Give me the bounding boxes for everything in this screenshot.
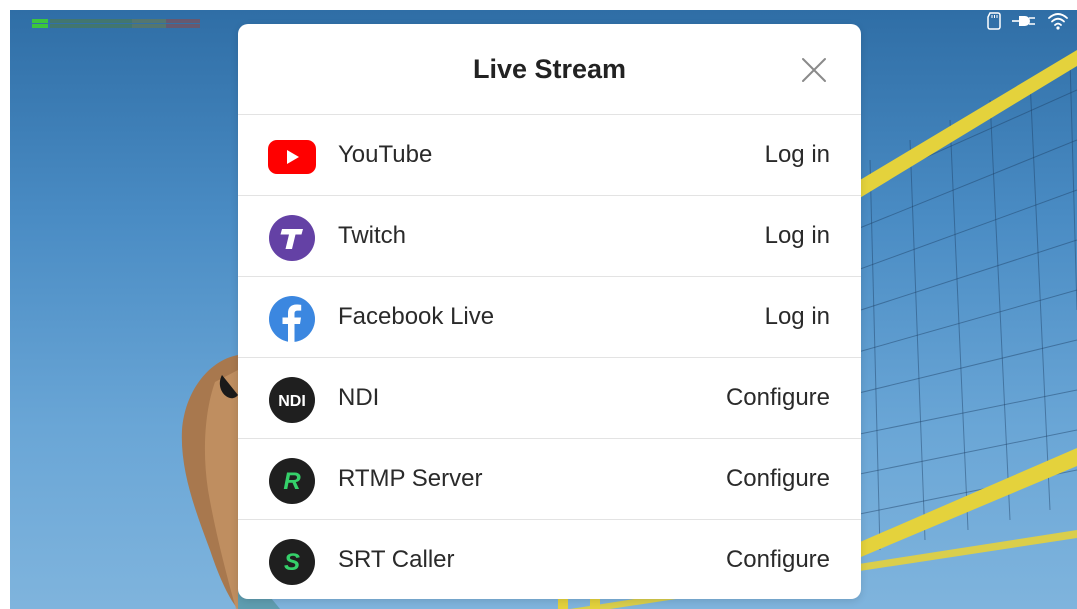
twitch-label: Twitch bbox=[338, 222, 407, 249]
srt-icon: S bbox=[269, 539, 315, 585]
list-item-srt-caller[interactable]: S SRT Caller Configure bbox=[238, 520, 861, 599]
live-stream-dialog: Live Stream YouTube Log in Twitch Log in bbox=[238, 24, 861, 599]
facebook-live-label: Facebook Live bbox=[338, 303, 495, 330]
wifi-icon bbox=[1047, 12, 1069, 35]
youtube-icon bbox=[268, 140, 316, 174]
youtube-login-button[interactable]: Log in bbox=[765, 141, 830, 169]
ndi-icon: NDI bbox=[269, 377, 315, 423]
svg-text:NDI: NDI bbox=[278, 393, 306, 410]
status-icons bbox=[987, 11, 1069, 35]
app-screen: Live Stream YouTube Log in Twitch Log in bbox=[0, 0, 1077, 609]
svg-text:R: R bbox=[283, 468, 301, 495]
list-item-youtube[interactable]: YouTube Log in bbox=[238, 115, 861, 196]
list-item-ndi[interactable]: NDI NDI Configure bbox=[238, 358, 861, 439]
list-item-rtmp-server[interactable]: R RTMP Server Configure bbox=[238, 439, 861, 520]
rtmp-icon: R bbox=[269, 458, 315, 504]
list-item-twitch[interactable]: Twitch Log in bbox=[238, 196, 861, 277]
facebook-live-login-button[interactable]: Log in bbox=[765, 303, 830, 331]
dialog-header: Live Stream bbox=[238, 24, 861, 115]
close-icon bbox=[802, 58, 826, 82]
twitch-icon bbox=[269, 215, 315, 261]
twitch-login-button[interactable]: Log in bbox=[765, 222, 830, 250]
facebook-icon bbox=[269, 296, 315, 342]
srt-caller-configure-button[interactable]: Configure bbox=[726, 546, 830, 574]
svg-text:S: S bbox=[284, 549, 300, 576]
power-plug-icon bbox=[1011, 13, 1037, 34]
rtmp-server-label: RTMP Server bbox=[338, 465, 483, 492]
dialog-title: Live Stream bbox=[472, 54, 627, 84]
ndi-label: NDI bbox=[338, 384, 380, 411]
sd-card-icon bbox=[987, 11, 1001, 35]
audio-level-meter bbox=[32, 19, 200, 28]
list-item-facebook-live[interactable]: Facebook Live Log in bbox=[238, 277, 861, 358]
srt-caller-label: SRT Caller bbox=[338, 546, 455, 573]
youtube-label: YouTube bbox=[338, 141, 433, 168]
ndi-configure-button[interactable]: Configure bbox=[726, 384, 830, 412]
rtmp-server-configure-button[interactable]: Configure bbox=[726, 465, 830, 493]
close-button[interactable] bbox=[801, 57, 827, 83]
